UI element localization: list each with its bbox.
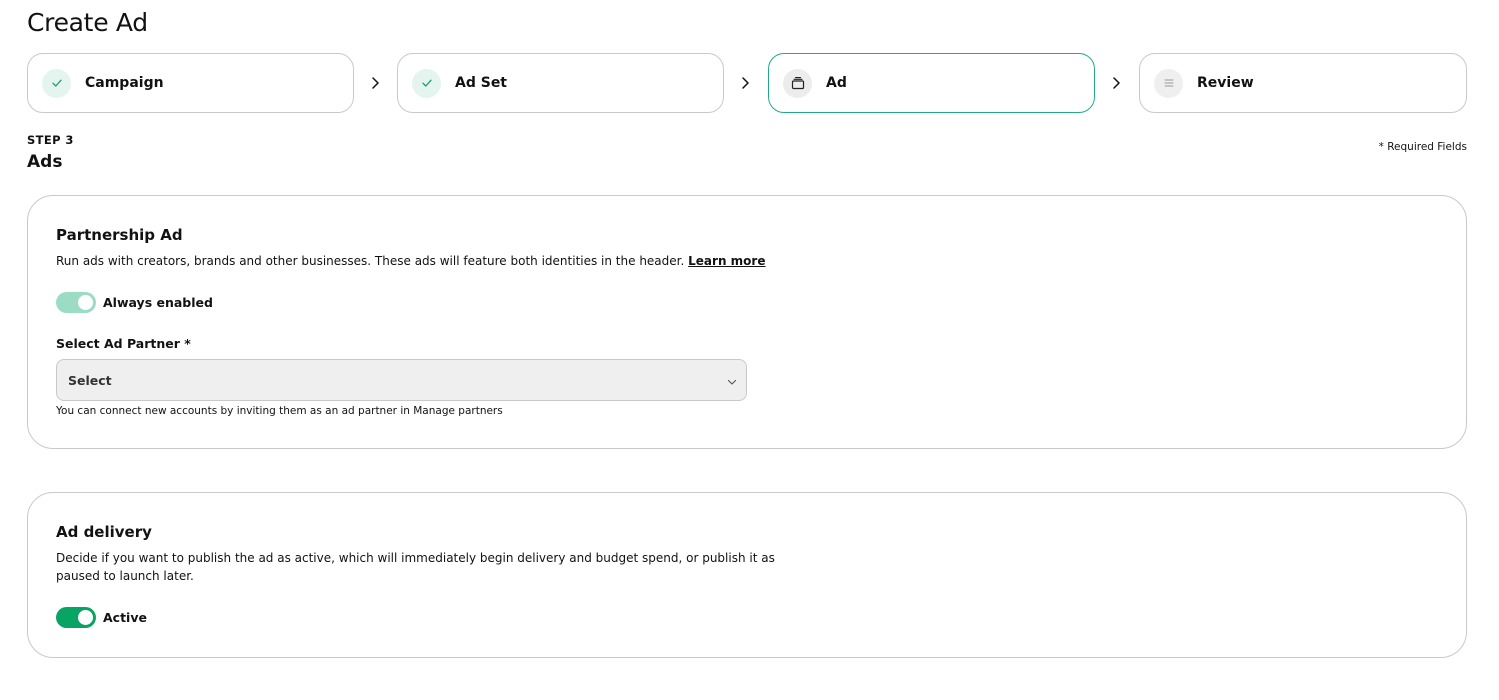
toggle-label: Always enabled <box>103 295 213 310</box>
list-icon <box>1154 68 1183 98</box>
partnership-ad-card: Partnership Ad Run ads with creators, br… <box>27 195 1467 449</box>
partnership-toggle[interactable] <box>56 292 96 313</box>
stepper: Campaign Ad Set Ad Review <box>27 53 1467 113</box>
step-review[interactable]: Review <box>1139 53 1467 113</box>
step-label: Campaign <box>85 75 164 91</box>
chevron-down-icon <box>727 371 737 390</box>
partnership-ad-description: Run ads with creators, brands and other … <box>56 252 765 270</box>
page-title: Create Ad <box>27 8 148 37</box>
ad-partner-select[interactable]: Select <box>56 359 747 401</box>
ad-delivery-description: Decide if you want to publish the ad as … <box>56 549 775 585</box>
step-ad[interactable]: Ad <box>768 53 1095 113</box>
ad-stack-icon <box>783 68 812 98</box>
description-text: Run ads with creators, brands and other … <box>56 254 685 268</box>
chevron-right-icon <box>366 74 384 92</box>
ad-delivery-title: Ad delivery <box>56 523 152 541</box>
required-fields-note: * Required Fields <box>1378 141 1467 153</box>
step-label: Review <box>1197 75 1254 91</box>
partnership-ad-title: Partnership Ad <box>56 226 183 244</box>
step-label: Ad <box>826 75 847 91</box>
ad-partner-helper: You can connect new accounts by inviting… <box>56 405 503 417</box>
chevron-right-icon <box>1107 74 1125 92</box>
toggle-knob <box>78 295 93 310</box>
description-line-2: paused to launch later. <box>56 569 194 583</box>
ad-delivery-card: Ad delivery Decide if you want to publis… <box>27 492 1467 658</box>
step-kicker: STEP 3 <box>27 133 74 147</box>
description-line-1: Decide if you want to publish the ad as … <box>56 551 775 565</box>
step-heading: Ads <box>27 152 63 172</box>
toggle-knob <box>78 610 93 625</box>
learn-more-link[interactable]: Learn more <box>688 254 765 268</box>
step-label: Ad Set <box>455 75 508 91</box>
create-ad-page: Create Ad Campaign Ad Set Ad Review STEP… <box>0 0 1499 700</box>
chevron-right-icon <box>736 74 754 92</box>
step-campaign[interactable]: Campaign <box>27 53 354 113</box>
ad-partner-label: Select Ad Partner * <box>56 336 191 351</box>
active-row: Active <box>56 607 147 628</box>
check-icon <box>42 68 71 98</box>
toggle-label: Active <box>103 610 147 625</box>
active-toggle[interactable] <box>56 607 96 628</box>
always-enabled-row: Always enabled <box>56 292 213 313</box>
step-ad-set[interactable]: Ad Set <box>397 53 724 113</box>
select-value: Select <box>68 372 112 388</box>
check-icon <box>412 68 441 98</box>
